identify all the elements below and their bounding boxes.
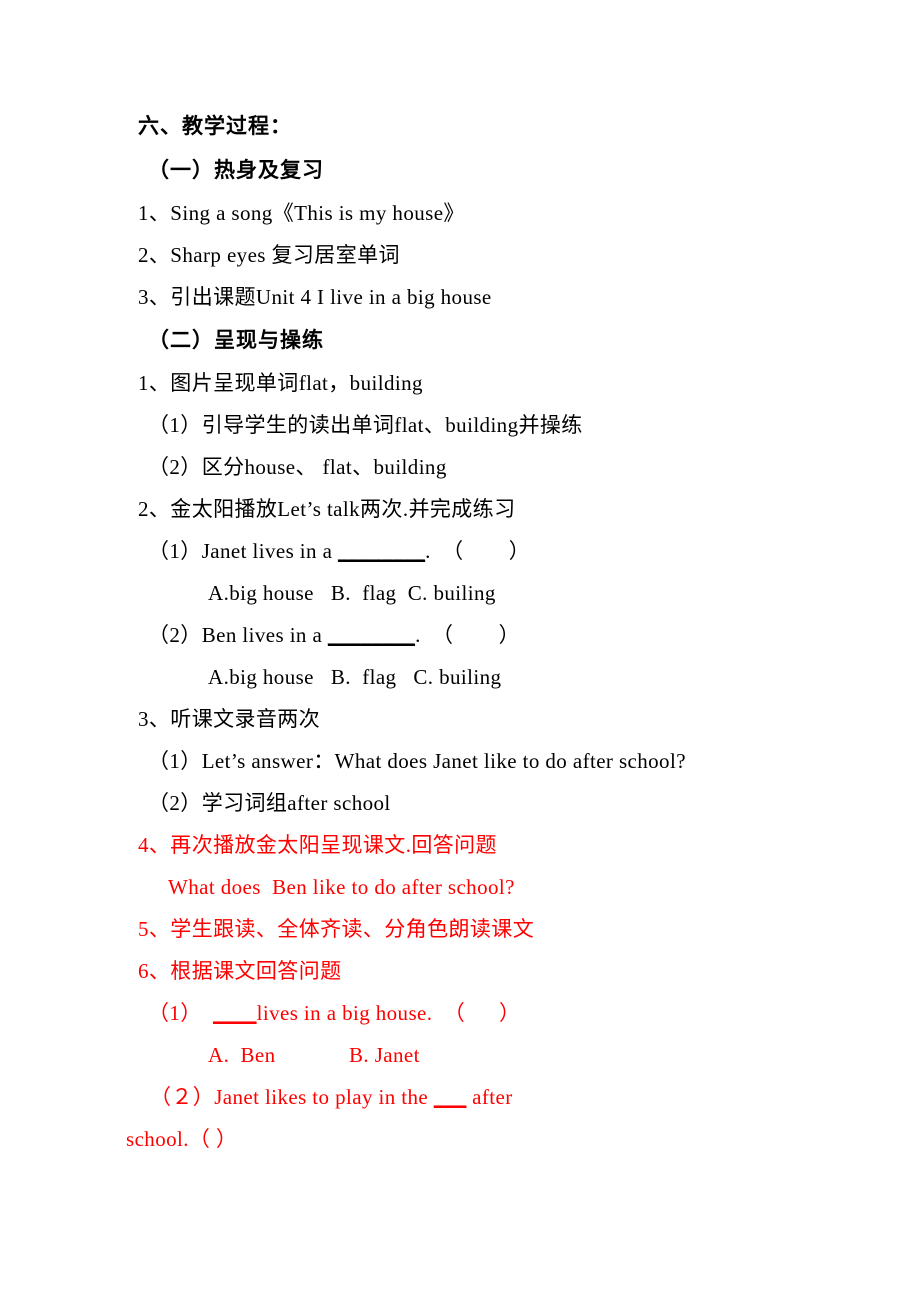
red-question-2: （２）Janet likes to play in the ___ after s… — [126, 1076, 790, 1160]
warmup-item-3: 3、引出课题Unit 4 I live in a big house — [138, 285, 492, 309]
listening-sub-1: （1）Let’s answer：What does Janet like to … — [148, 749, 686, 773]
section-heading-warmup: （一）热身及复习 — [148, 158, 324, 182]
red-question-1-options[interactable]: A. Ben B. Janet — [138, 1034, 790, 1076]
quiz-one-question-1-suffix: . （ ） — [425, 539, 531, 563]
presentation-item-1-sub-2: （2）区分house、 flat、building — [148, 455, 447, 479]
red-question-1: （1） ____lives in a big house. （ ） — [138, 992, 790, 1034]
red-question-1-blank[interactable]: ____ — [213, 1001, 257, 1025]
quiz-one-question-2-suffix: . （ ） — [415, 623, 521, 647]
red-question-2-body: （２）Janet likes to play in the — [150, 1085, 434, 1109]
page-title: 六、教学过程： — [138, 114, 292, 138]
quiz-one-question-1-blank[interactable]: ________ — [338, 539, 425, 563]
red-question-1-suffix: lives in a big house. （ ） — [256, 1001, 521, 1025]
quiz-one-question-2-prefix: （2）Ben lives in a — [148, 623, 328, 647]
presentation-item-1: 1、图片呈现单词flat，building — [138, 371, 423, 395]
quiz-one-options-2[interactable]: A.big house B. flag C. builing — [138, 656, 790, 698]
red-question-1-prefix: （1） — [148, 1001, 213, 1025]
red-question-2-after: after — [466, 1085, 513, 1109]
red-question-2-tail: school.（ ） — [126, 1127, 238, 1151]
presentation-item-2: 2、金太阳播放Let’s talk两次.并完成练习 — [138, 497, 516, 521]
quiz-one-options-1[interactable]: A.big house B. flag C. builing — [138, 572, 790, 614]
red-item-5: 5、学生跟读、全体齐读、分角色朗读课文 — [138, 917, 535, 941]
section-heading-presentation: （二）呈现与操练 — [148, 328, 324, 352]
quiz-one-question-2-blank[interactable]: ________ — [328, 623, 415, 647]
quiz-one-question-1-prefix: （1）Janet lives in a — [148, 539, 338, 563]
listening-title: 3、听课文录音两次 — [138, 707, 321, 731]
red-item-6: 6、根据课文回答问题 — [138, 959, 342, 983]
document-page: 六、教学过程： （一）热身及复习 1、Sing a song《This is m… — [0, 0, 920, 1302]
quiz-one-question-2: （2）Ben lives in a ________. （ ） — [138, 614, 790, 656]
red-item-4: 4、再次播放金太阳呈现课文.回答问题 — [138, 833, 497, 857]
warmup-item-2: 2、Sharp eyes 复习居室单词 — [138, 243, 400, 267]
warmup-item-1: 1、Sing a song《This is my house》 — [138, 201, 465, 225]
listening-sub-2: （2）学习词组after school — [148, 791, 391, 815]
presentation-item-1-sub-1: （1）引导学生的读出单词flat、building并操练 — [148, 413, 583, 437]
red-item-4-question: What does Ben like to do after school? — [168, 875, 515, 899]
quiz-one-question-1: （1）Janet lives in a ________. （ ） — [138, 530, 790, 572]
red-question-2-blank[interactable]: ___ — [434, 1085, 467, 1109]
